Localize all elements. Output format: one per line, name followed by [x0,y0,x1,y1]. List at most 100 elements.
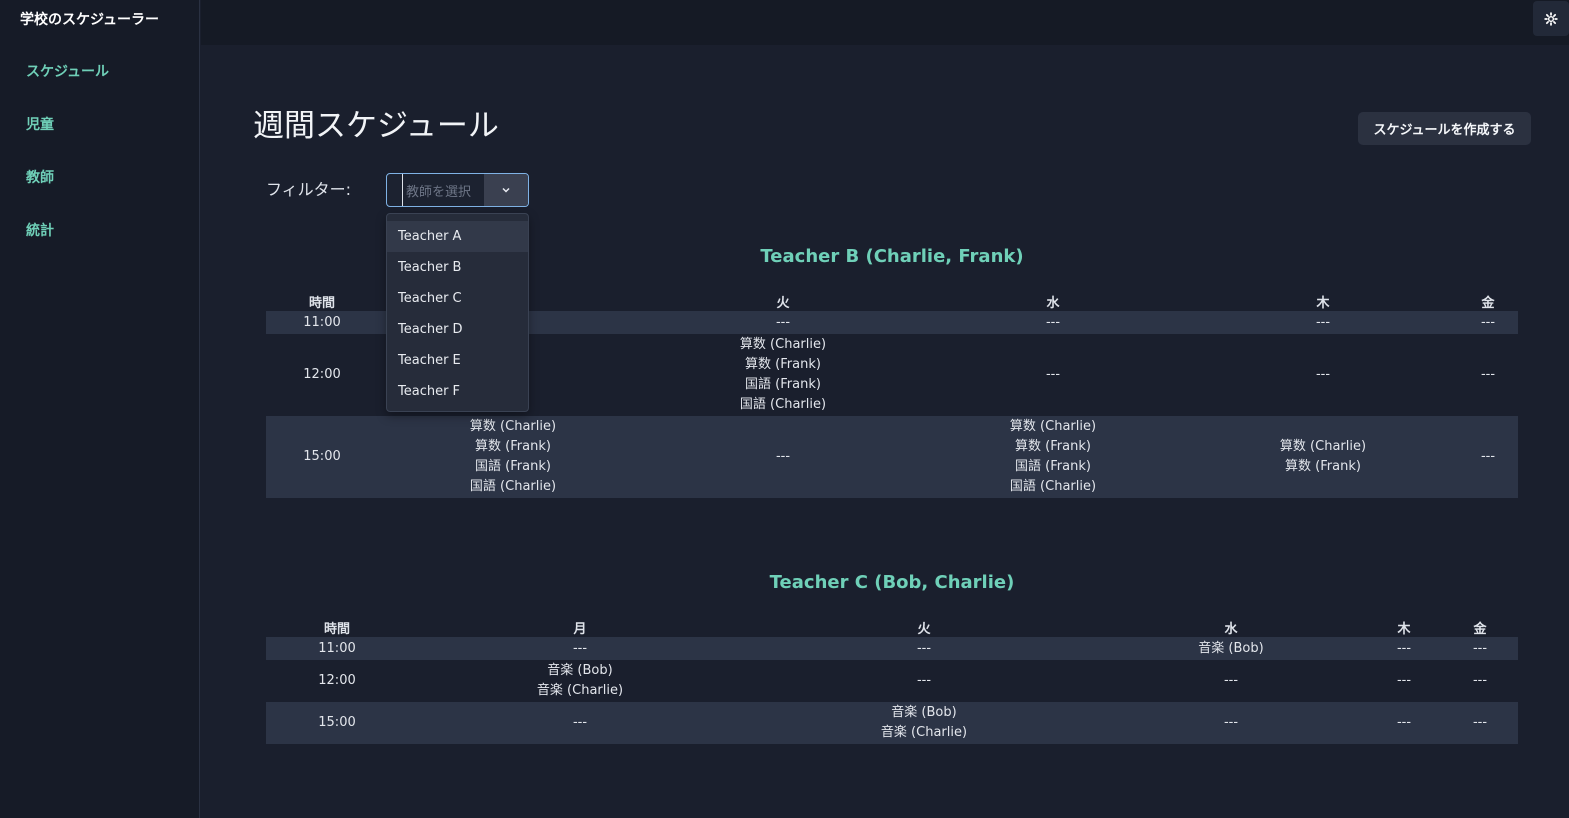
lesson-entry: 国語 (Frank) [745,377,821,392]
schedule-cell: --- [1442,660,1518,702]
lesson-entry: --- [1480,367,1496,382]
schedule-cell: --- [1188,311,1458,334]
column-header: 木 [1397,621,1411,637]
sidebar-item-teachers[interactable]: 教師 [26,168,109,221]
schedule-cell: 音楽 (Bob) 音楽 (Charlie) [752,702,1096,744]
lesson-entry: 音楽 (Charlie) [880,725,968,740]
page-title: 週間スケジュール [253,108,499,144]
lesson-entry: 国語 (Charlie) [1009,479,1097,494]
table-header-row: 時間 月 火 水 木 金 [266,615,1518,637]
lesson-entry: 算数 (Charlie) [469,419,557,434]
column-header: 時間 [308,295,335,311]
dropdown-option-teacher-e[interactable]: Teacher E [387,345,528,376]
schedule-cell: --- [1096,702,1366,744]
schedule-cell: --- [1442,637,1518,660]
sidebar-item-statistics[interactable]: 統計 [26,221,109,274]
column-header: 月 [573,621,587,637]
dropdown-option-teacher-b[interactable]: Teacher B [387,252,528,283]
column-header: 水 [1224,621,1238,637]
lesson-entry: 算数 (Charlie) [1009,419,1097,434]
teacher-select-toggle[interactable] [484,174,528,206]
lesson-entry: --- [916,673,932,688]
schedule-cell: --- [1442,702,1518,744]
teacher-select-input[interactable]: 教師を選択 [402,174,484,206]
schedule-title: Teacher C (Bob, Charlie) [769,572,1015,593]
schedule-cell: --- [408,637,752,660]
sidebar-item-schedule[interactable]: スケジュール [26,62,109,115]
teacher-dropdown-menu: Teacher A Teacher B Teacher C Teacher D … [386,213,529,412]
table-row: 11:00 --- --- 音楽 (Bob) --- --- [266,637,1518,660]
lesson-entry: 音楽 (Bob) [1198,640,1264,656]
settings-button[interactable] [1533,1,1569,36]
teacher-select[interactable]: 教師を選択 [386,173,529,207]
column-header: 火 [917,621,931,637]
lesson-entry: 算数 (Charlie) [739,337,827,352]
schedule-cell: --- [1458,311,1518,334]
schedule-cell: --- [648,311,918,334]
column-header: 時間 [323,621,350,637]
time-cell: 15:00 [266,702,408,744]
lesson-entry: 音楽 (Bob) [547,663,613,678]
schedule-cell: --- [1188,334,1458,416]
lesson-entry: --- [1315,314,1331,330]
lesson-entry: 国語 (Charlie) [469,479,557,494]
lesson-entry: 国語 (Frank) [475,459,551,474]
column-header: 金 [1473,621,1487,637]
lesson-entry: 算数 (Charlie) [1279,439,1367,454]
schedule-cell: 算数 (Charlie) 算数 (Frank) 国語 (Frank) 国語 (Char… [648,334,918,416]
lesson-entry: 国語 (Charlie) [739,397,827,412]
time-cell: 12:00 [318,673,356,688]
lesson-entry: --- [775,314,791,330]
time-cell: 15:00 [266,416,378,498]
create-schedule-button[interactable]: スケジュールを作成する [1358,112,1531,145]
table-row: 15:00 算数 (Charlie) 算数 (Frank) 国語 (Frank) 国語 … [266,416,1518,498]
filter-label: フィルター: [266,180,352,199]
lesson-entry: --- [1472,715,1488,730]
lesson-entry: --- [775,449,791,464]
column-header: 水 [1046,295,1060,311]
schedule-cell: --- [1458,334,1518,416]
lesson-entry: --- [1480,449,1496,464]
schedule-cell: --- [648,416,918,498]
table-row: 12:00 音楽 (Bob) 音楽 (Charlie) --- --- --- --- [266,660,1518,702]
schedule-cell: --- [1366,660,1442,702]
sidebar: 学校のスケジューラー スケジュール 児童 教師 統計 [0,0,200,818]
schedule-cell: --- [1096,660,1366,702]
lesson-entry: --- [1315,367,1331,382]
dropdown-option-teacher-c[interactable]: Teacher C [387,283,528,314]
lesson-entry: 算数 (Frank) [745,357,821,372]
lesson-entry: --- [1223,715,1239,730]
sidebar-item-students[interactable]: 児童 [26,115,109,168]
lesson-entry: 算数 (Frank) [1285,459,1361,474]
lesson-entry: --- [1045,367,1061,382]
lesson-entry: --- [1223,673,1239,688]
app-title: 学校のスケジューラー [20,12,160,28]
dropdown-option-teacher-a[interactable]: Teacher A [387,221,528,252]
lesson-entry: --- [1396,673,1412,688]
lesson-entry: --- [1472,640,1488,656]
time-cell: 12:00 [303,367,341,382]
schedule-cell: --- [1366,702,1442,744]
time-cell: 11:00 [266,637,408,660]
column-header: 木 [1316,295,1330,311]
sidebar-nav: スケジュール 児童 教師 統計 [26,62,109,274]
lesson-entry: 国語 (Frank) [1015,459,1091,474]
lesson-entry: 算数 (Frank) [475,439,551,454]
dropdown-option-teacher-d[interactable]: Teacher D [387,314,528,345]
column-header: 金 [1481,295,1495,311]
schedule-cell: 算数 (Charlie) 算数 (Frank) 国語 (Frank) 国語 (Char… [918,416,1188,498]
lesson-entry: 音楽 (Bob) [891,705,957,720]
lesson-entry: --- [1480,314,1496,330]
lesson-entry: --- [916,640,932,656]
lesson-entry: --- [1472,673,1488,688]
time-cell: 11:00 [266,311,378,334]
lesson-entry: 音楽 (Charlie) [536,683,624,698]
schedule-cell: 音楽 (Bob) [1096,637,1366,660]
schedule-cell: --- [1366,637,1442,660]
schedule-cell: --- [752,637,1096,660]
schedule-cell: --- [918,311,1188,334]
schedule-cell: --- [918,334,1188,416]
lesson-entry: --- [572,715,588,730]
dropdown-option-teacher-f[interactable]: Teacher F [387,376,528,407]
schedule-cell: 算数 (Charlie) 算数 (Frank) [1188,416,1458,498]
